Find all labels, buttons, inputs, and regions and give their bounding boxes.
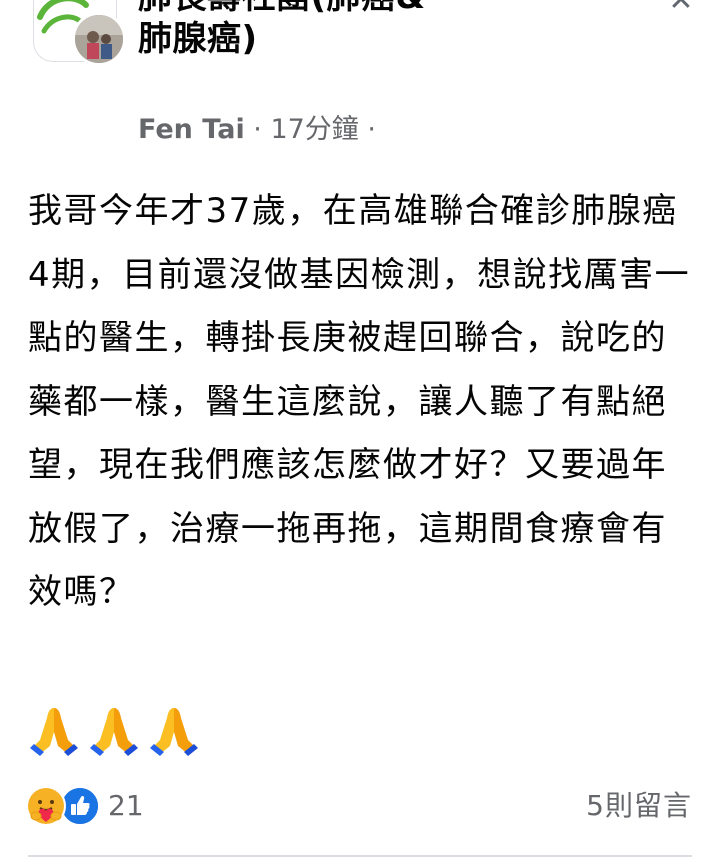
post-time[interactable]: 17分鐘: [270, 114, 358, 145]
reaction-count: 21: [108, 789, 144, 822]
post-body-text: 我哥今年才37歲，在高雄聯合確診肺腺癌4期，目前還沒做基因檢測，想說找厲害一點的…: [28, 191, 691, 612]
emoji-row: [28, 702, 200, 758]
folded-hands-icon: [90, 708, 138, 756]
meta-separator: ·: [244, 114, 271, 145]
like-reaction-icon: [60, 786, 100, 826]
meta-trailing-dot: ·: [358, 114, 376, 145]
reaction-icons: [26, 786, 106, 826]
comment-count-link[interactable]: 5則留言: [586, 786, 692, 826]
author-photo-icon: [75, 15, 123, 63]
reaction-summary[interactable]: 21: [26, 786, 144, 826]
group-name[interactable]: 肺長壽社團(肺癌& 肺腺癌): [138, 0, 598, 60]
post-footer: 21 5則留言: [0, 778, 720, 838]
folded-hands-icon: [150, 708, 198, 756]
divider: [28, 855, 692, 857]
post-card: 肺長壽社團(肺癌& 肺腺癌) ✕ Fen Tai · 17分鐘 · 我哥今年才3…: [0, 0, 720, 860]
author-avatar[interactable]: [72, 12, 126, 66]
post-header: 肺長壽社團(肺癌& 肺腺癌) ✕ Fen Tai · 17分鐘 ·: [0, 0, 720, 160]
author-name[interactable]: Fen Tai: [138, 114, 245, 145]
folded-hands-icon: [30, 708, 78, 756]
post-meta: Fen Tai · 17分鐘 ·: [138, 112, 376, 148]
close-icon[interactable]: ✕: [666, 0, 696, 16]
care-reaction-icon: [26, 786, 66, 826]
